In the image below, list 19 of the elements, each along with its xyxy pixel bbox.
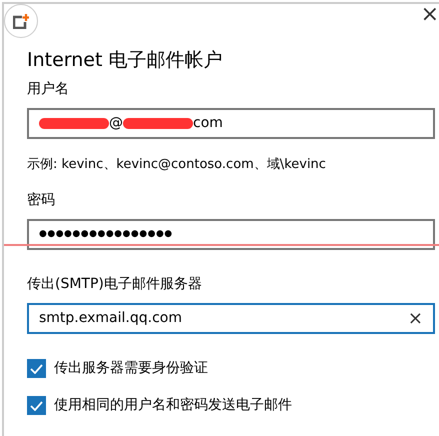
add-account-icon — [13, 14, 29, 28]
example-hint: 示例: kevinc、kevinc@contoso.com、域\kevinc — [27, 156, 327, 174]
field-label: 用户名 — [27, 80, 70, 98]
redaction-mark — [39, 118, 109, 128]
dialog-title: Internet 电子邮件帐户 — [27, 48, 224, 73]
field-label: 密码 — [27, 191, 56, 210]
password-field[interactable]: ●●●●●●●●●●●●●●●● — [27, 219, 435, 250]
check-icon — [30, 400, 43, 410]
input-field[interactable]: smtp.exmail.qq.com × — [27, 303, 435, 334]
checkbox[interactable] — [27, 396, 46, 415]
checkbox-label: 使用相同的用户名和密码发送电子邮件 — [54, 396, 292, 415]
input-field[interactable]: @ com — [27, 108, 435, 138]
checkbox[interactable] — [27, 359, 46, 378]
redaction-mark — [123, 118, 193, 128]
checkbox-label: 传出服务器需要身份验证 — [54, 359, 208, 378]
check-icon — [30, 364, 43, 374]
field-label: 传出(SMTP)电子邮件服务器 — [27, 275, 203, 294]
clear-button[interactable]: × — [408, 305, 423, 332]
close-button[interactable]: × — [420, 4, 439, 26]
